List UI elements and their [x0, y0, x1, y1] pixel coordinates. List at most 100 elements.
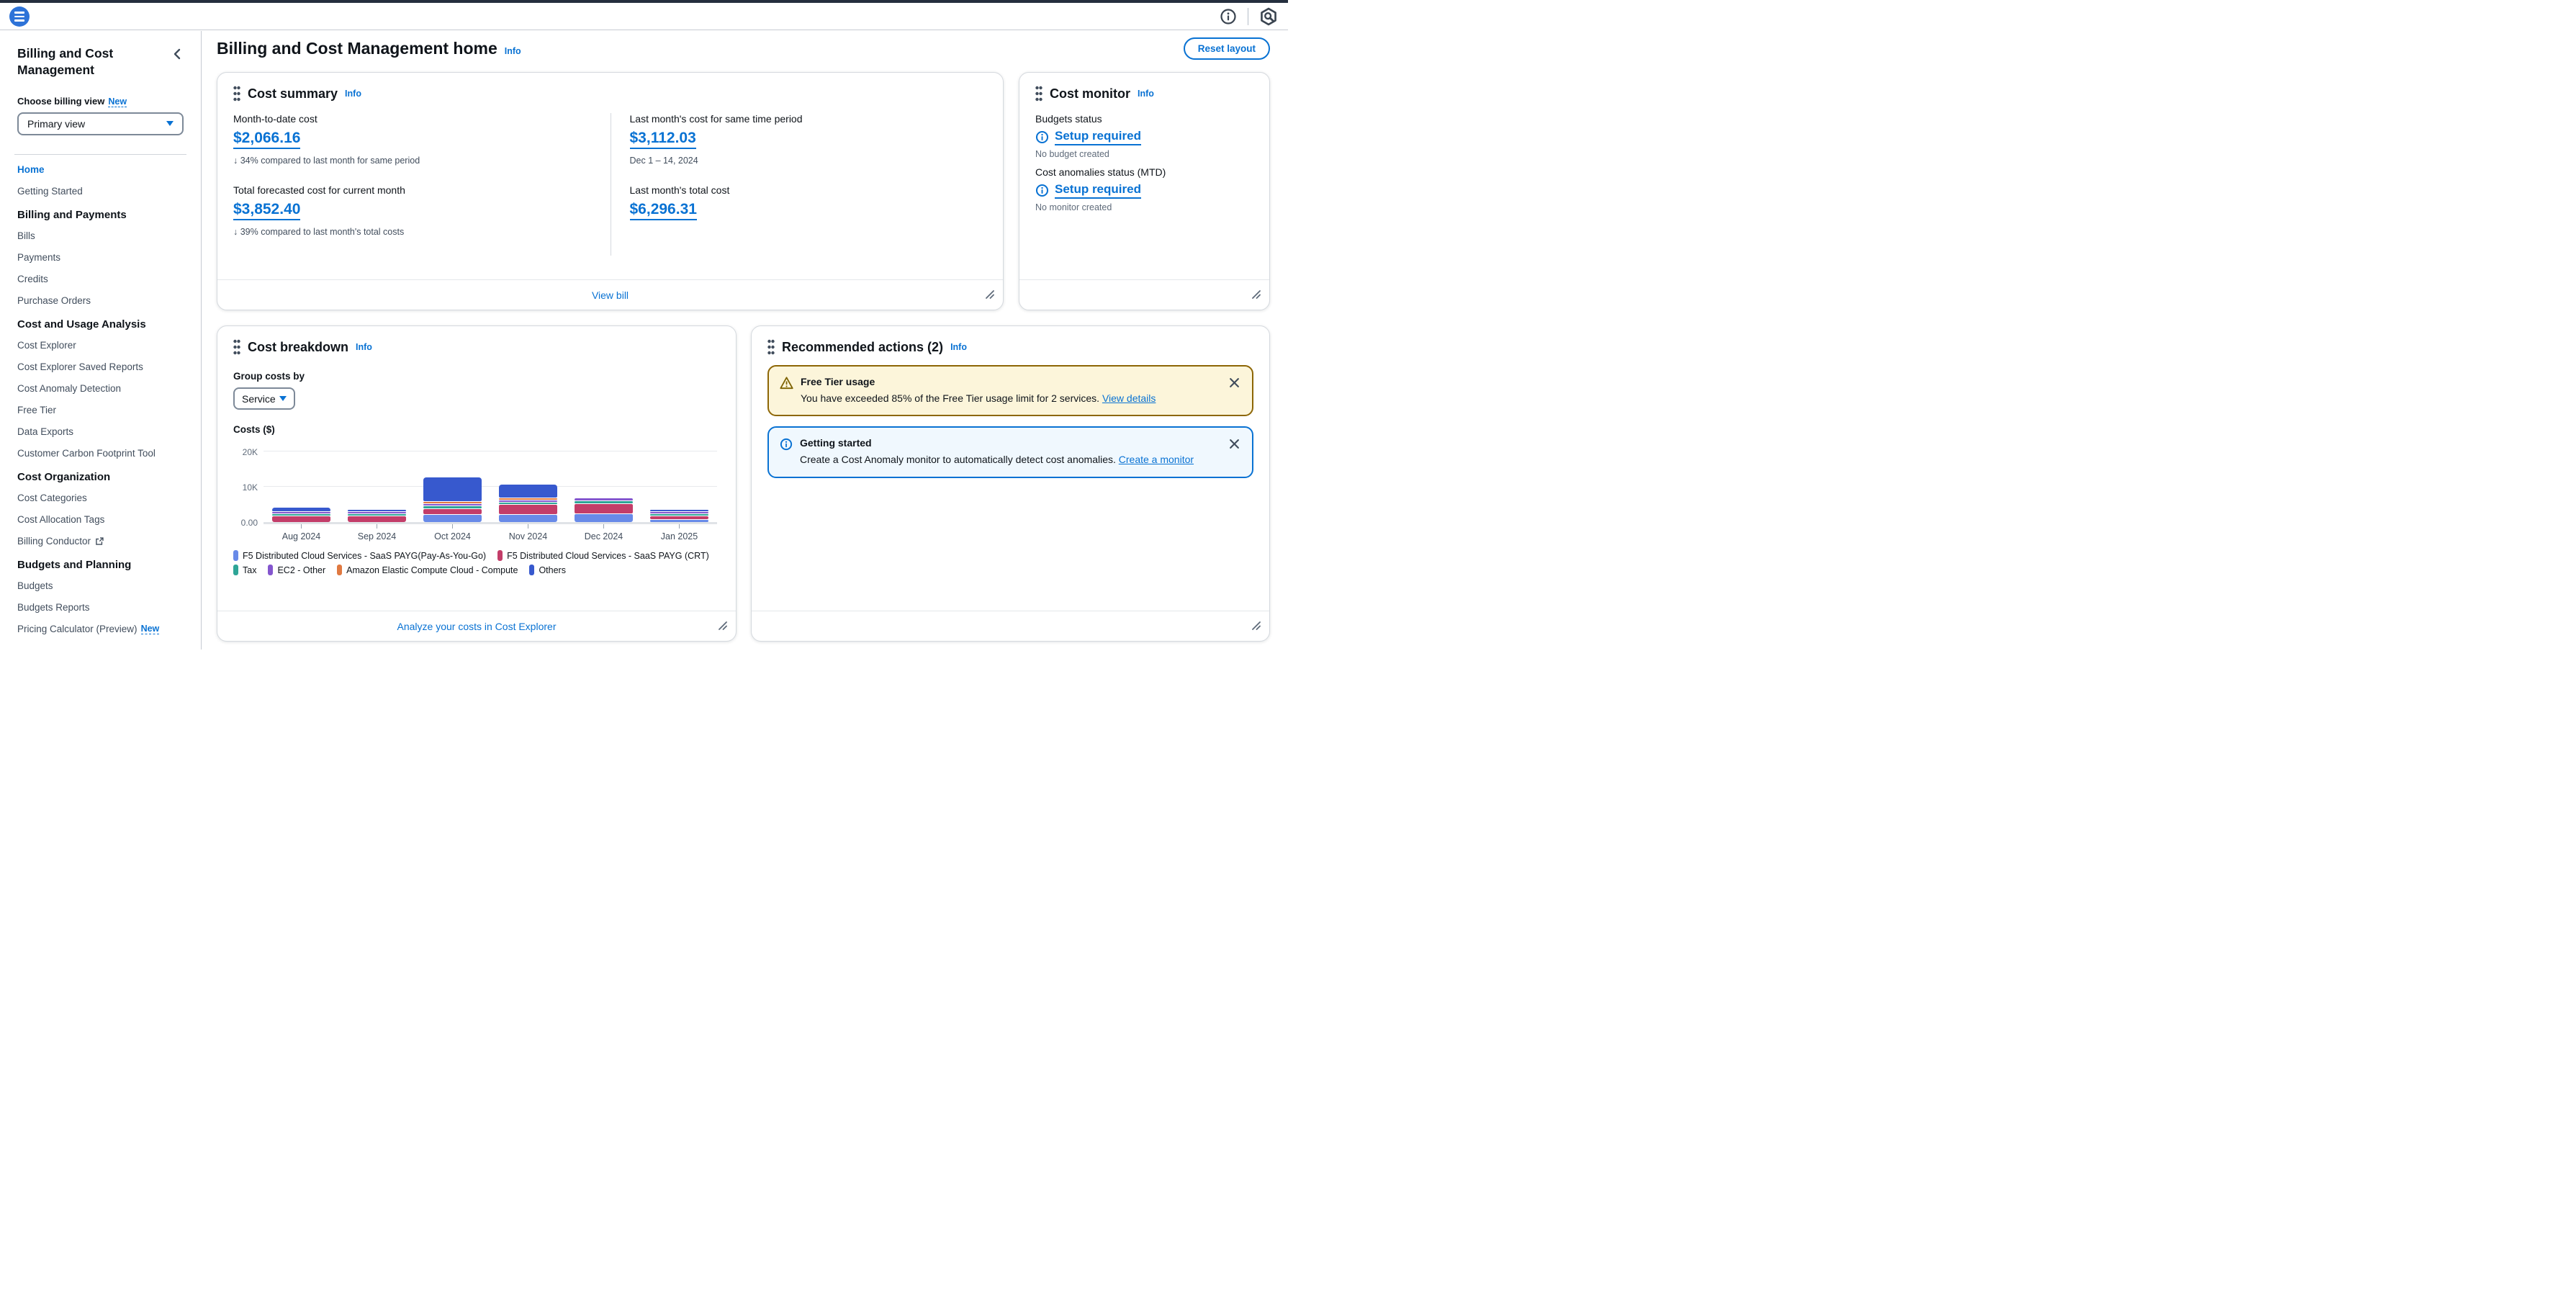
bar-segment-tax[interactable]: [423, 506, 482, 508]
info-circle-icon[interactable]: [1220, 8, 1237, 25]
metric-value-link[interactable]: $3,852.40: [233, 201, 300, 220]
bar-segment-f5-distributed-cloud-services-saas-payg-crt[interactable]: [423, 509, 482, 514]
new-badge[interactable]: New: [108, 96, 127, 107]
resize-handle-icon[interactable]: [1252, 289, 1261, 302]
bar-dec-2024[interactable]: [575, 498, 634, 522]
view-details-link[interactable]: View details: [1102, 392, 1156, 404]
create-monitor-link[interactable]: Create a monitor: [1119, 454, 1194, 465]
resize-handle-icon[interactable]: [719, 621, 727, 634]
resize-handle-icon[interactable]: [986, 289, 994, 302]
metric-value-link[interactable]: $2,066.16: [233, 130, 300, 149]
bar-segment-f5-distributed-cloud-services-saas-payg-pay-as-you-go[interactable]: [499, 515, 558, 522]
bar-segment-f5-distributed-cloud-services-saas-payg-pay-as-you-go[interactable]: [650, 520, 709, 522]
sidebar-item-getting-started[interactable]: Getting Started: [17, 181, 184, 202]
bar-segment-others[interactable]: [348, 510, 407, 511]
sidebar-item-free-tier[interactable]: Free Tier: [17, 400, 184, 421]
recommended-actions-info-link[interactable]: Info: [950, 342, 967, 352]
bar-segment-f5-distributed-cloud-services-saas-payg-crt[interactable]: [348, 516, 407, 522]
bar-segment-f5-distributed-cloud-services-saas-payg-crt[interactable]: [650, 516, 709, 519]
budgets-setup-row[interactable]: Setup required: [1035, 129, 1253, 145]
bar-segment-f5-distributed-cloud-services-saas-payg-crt[interactable]: [575, 504, 634, 514]
sidebar-item-cost-anomaly-detection[interactable]: Cost Anomaly Detection: [17, 378, 184, 400]
resize-handle-icon[interactable]: [1252, 621, 1261, 634]
drag-handle-icon[interactable]: [1035, 86, 1042, 102]
bar-segment-others[interactable]: [499, 485, 558, 497]
bar-oct-2024[interactable]: [423, 477, 482, 522]
sidebar-item-cost-allocation-tags[interactable]: Cost Allocation Tags: [17, 509, 184, 531]
sidebar-item-label: Cost Explorer Saved Reports: [17, 361, 143, 372]
bar-segment-f5-distributed-cloud-services-saas-payg-pay-as-you-go[interactable]: [423, 515, 482, 522]
cost-summary-info-link[interactable]: Info: [345, 89, 361, 99]
legend-item-f5-distributed-cloud-services-saas-payg-pay-as-you-go[interactable]: F5 Distributed Cloud Services - SaaS PAY…: [233, 550, 486, 561]
sidebar-item-data-exports[interactable]: Data Exports: [17, 421, 184, 443]
bar-segment-others[interactable]: [272, 508, 331, 511]
page-info-link[interactable]: Info: [505, 46, 521, 56]
sidebar-item-home[interactable]: Home: [17, 159, 184, 181]
hexagon-q-icon[interactable]: [1259, 7, 1278, 26]
group-by-select[interactable]: Service: [233, 387, 295, 410]
sidebar-item-label: Payments: [17, 252, 60, 263]
bar-segment-ec2-other[interactable]: [575, 498, 634, 500]
bar-aug-2024[interactable]: [272, 508, 331, 522]
chevron-left-icon[interactable]: [171, 47, 184, 63]
sidebar-item-pricing-calculator-preview[interactable]: Pricing Calculator (Preview)New: [17, 619, 184, 640]
view-bill-link[interactable]: View bill: [592, 289, 629, 301]
sidebar-item-payments[interactable]: Payments: [17, 247, 184, 269]
bar-segment-amazon-elastic-compute-cloud-compute[interactable]: [423, 502, 482, 503]
drag-handle-icon[interactable]: [233, 339, 240, 355]
caret-down-icon: [166, 121, 174, 126]
close-icon[interactable]: [1228, 376, 1241, 392]
anomalies-setup-row[interactable]: Setup required: [1035, 182, 1253, 199]
analyze-costs-link[interactable]: Analyze your costs in Cost Explorer: [397, 621, 557, 632]
drag-handle-icon[interactable]: [767, 339, 775, 355]
bar-segment-others[interactable]: [423, 477, 482, 501]
legend-item-tax[interactable]: Tax: [233, 565, 256, 575]
bar-segment-tax[interactable]: [348, 514, 407, 516]
bar-segment-tax[interactable]: [499, 503, 558, 504]
hamburger-menu-button[interactable]: [9, 6, 30, 27]
sidebar-item-budgets-reports[interactable]: Budgets Reports: [17, 597, 184, 619]
legend-item-f5-distributed-cloud-services-saas-payg-crt[interactable]: F5 Distributed Cloud Services - SaaS PAY…: [497, 550, 709, 561]
bar-segment-ec2-other[interactable]: [650, 512, 709, 513]
bar-segment-tax[interactable]: [575, 501, 634, 503]
sidebar-item-customer-carbon-footprint-tool[interactable]: Customer Carbon Footprint Tool: [17, 443, 184, 464]
bar-segment-tax[interactable]: [650, 514, 709, 516]
bar-segment-tax[interactable]: [272, 514, 331, 516]
bar-segment-ec2-other[interactable]: [499, 500, 558, 503]
metric-last-month-total: Last month's total cost $6,296.31: [630, 184, 988, 220]
bar-nov-2024[interactable]: [499, 485, 558, 522]
sidebar-item-cost-explorer[interactable]: Cost Explorer: [17, 335, 184, 356]
bar-segment-f5-distributed-cloud-services-saas-payg-crt[interactable]: [272, 516, 331, 522]
bar-segment-ec2-other[interactable]: [272, 512, 331, 513]
bar-segment-ec2-other[interactable]: [423, 504, 482, 505]
billing-view-select[interactable]: Primary view: [17, 112, 184, 135]
sidebar-item-label: Home: [17, 164, 45, 175]
metric-value-link[interactable]: $3,112.03: [630, 130, 696, 149]
sidebar-item-billing-conductor[interactable]: Billing Conductor: [17, 531, 184, 552]
bar-sep-2024[interactable]: [348, 510, 407, 522]
reset-layout-button[interactable]: Reset layout: [1184, 37, 1270, 60]
cost-monitor-info-link[interactable]: Info: [1138, 89, 1154, 99]
drag-handle-icon[interactable]: [233, 86, 240, 102]
sidebar-item-cost-categories[interactable]: Cost Categories: [17, 487, 184, 509]
legend-item-amazon-elastic-compute-cloud-compute[interactable]: Amazon Elastic Compute Cloud - Compute: [337, 565, 518, 575]
bar-segment-others[interactable]: [650, 510, 709, 511]
cost-breakdown-info-link[interactable]: Info: [356, 342, 372, 352]
bar-segment-ec2-other[interactable]: [348, 512, 407, 513]
anomalies-status-label: Cost anomalies status (MTD): [1035, 166, 1253, 178]
sidebar-item-cost-explorer-saved-reports[interactable]: Cost Explorer Saved Reports: [17, 356, 184, 378]
sidebar-item-credits[interactable]: Credits: [17, 269, 184, 290]
close-icon[interactable]: [1228, 437, 1241, 453]
group-costs-by-label: Group costs by: [233, 371, 720, 382]
sidebar-item-bills[interactable]: Bills: [17, 225, 184, 247]
bar-segment-amazon-elastic-compute-cloud-compute[interactable]: [499, 498, 558, 500]
sidebar-item-purchase-orders[interactable]: Purchase Orders: [17, 290, 184, 312]
metric-value-link[interactable]: $6,296.31: [630, 201, 697, 220]
legend-label: EC2 - Other: [277, 565, 325, 575]
bar-segment-f5-distributed-cloud-services-saas-payg-pay-as-you-go[interactable]: [575, 514, 634, 522]
sidebar-item-budgets[interactable]: Budgets: [17, 575, 184, 597]
bar-segment-f5-distributed-cloud-services-saas-payg-crt[interactable]: [499, 505, 558, 513]
bar-jan-2025[interactable]: [650, 510, 709, 522]
legend-item-others[interactable]: Others: [529, 565, 566, 575]
legend-item-ec2-other[interactable]: EC2 - Other: [268, 565, 325, 575]
